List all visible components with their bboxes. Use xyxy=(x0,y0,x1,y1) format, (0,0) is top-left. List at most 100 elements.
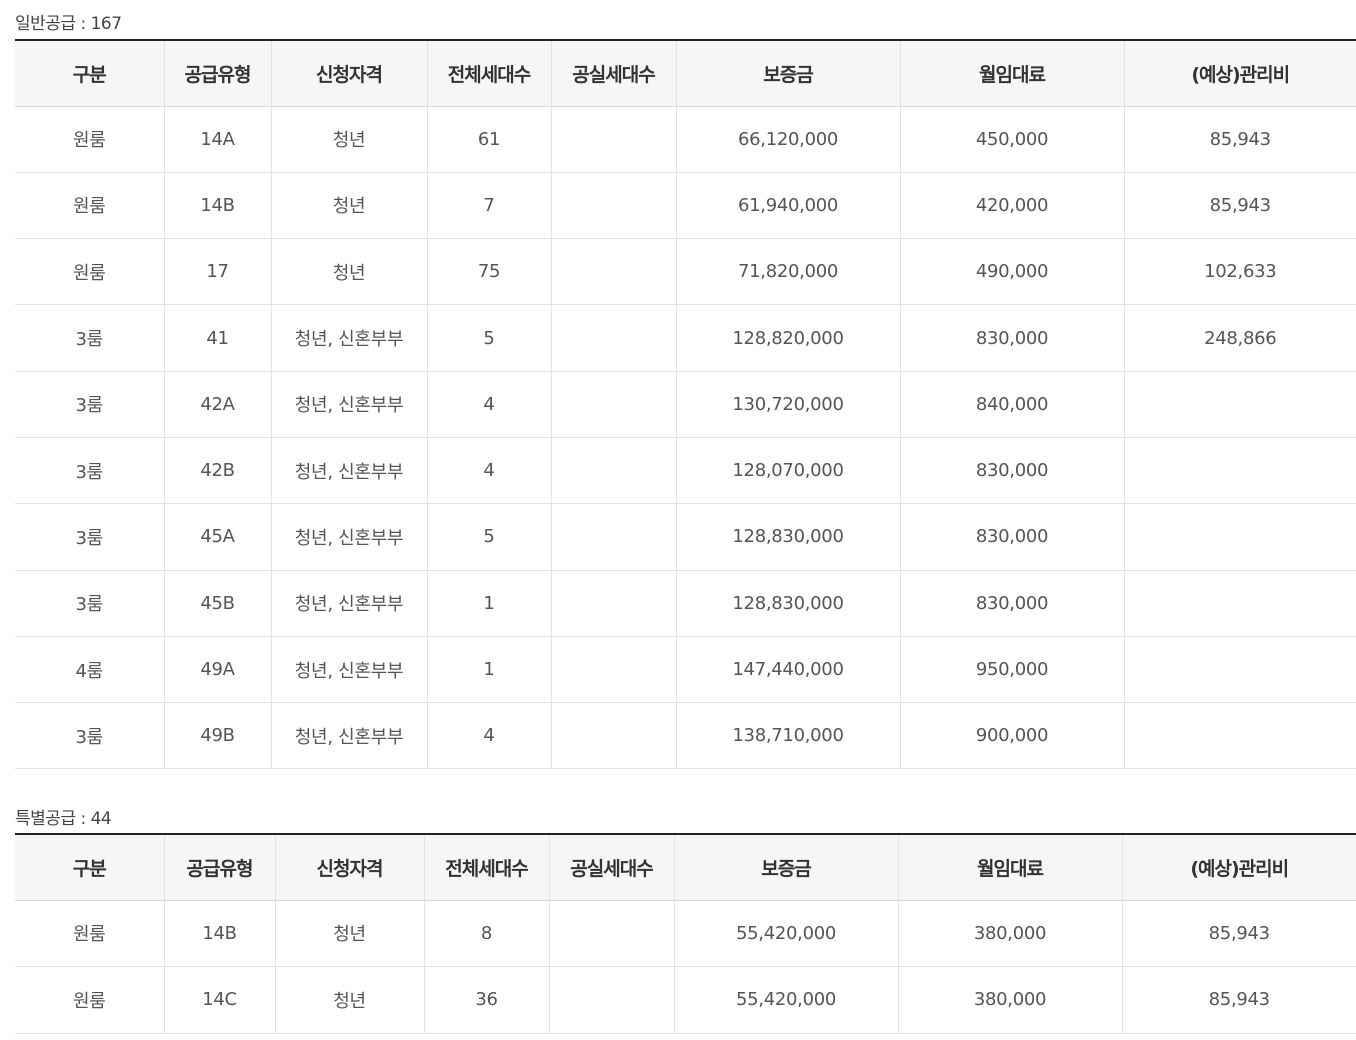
cell-management-fee: 85,943 xyxy=(1123,172,1356,240)
cell-vacant-units xyxy=(550,371,676,438)
general-supply-title: 일반공급 : 167 xyxy=(15,14,122,34)
cell-eligibility: 청년, 신혼부부 xyxy=(270,371,427,438)
cell-monthly-rent: 830,000 xyxy=(899,437,1124,505)
cell-total-units: 1 xyxy=(426,570,551,637)
cell-monthly-rent: 830,000 xyxy=(899,570,1124,637)
cell-category: 3룸 xyxy=(15,570,164,637)
cell-eligibility: 청년, 신혼부부 xyxy=(270,636,427,704)
header-supply-type: 공급유형 xyxy=(163,39,271,107)
cell-category: 원룸 xyxy=(15,966,164,1034)
table-row: 원룸 17 청년 75 71,820,000 490,000 102,633 xyxy=(15,238,1356,306)
cell-eligibility: 청년 xyxy=(270,106,427,173)
cell-vacant-units xyxy=(550,106,676,173)
cell-supply-type: 49B xyxy=(163,702,271,770)
table-row: 3룸 41 청년, 신혼부부 5 128,820,000 830,000 248,866 xyxy=(15,304,1356,372)
cell-eligibility: 청년 xyxy=(270,172,427,240)
cell-total-units: 5 xyxy=(426,503,551,571)
table-row: 원룸 14B 청년 7 61,940,000 420,000 85,943 xyxy=(15,172,1356,240)
cell-eligibility: 청년, 신혼부부 xyxy=(270,437,427,505)
cell-eligibility: 청년, 신혼부부 xyxy=(270,702,427,770)
table-header-row: 구분 공급유형 신청자격 전체세대수 공실세대수 보증금 월임대료 (예상)관리비 xyxy=(15,833,1356,901)
cell-category: 원룸 xyxy=(15,900,164,967)
cell-category: 3룸 xyxy=(15,371,164,438)
cell-management-fee xyxy=(1123,503,1356,571)
header-eligibility: 신청자격 xyxy=(270,39,427,107)
cell-vacant-units xyxy=(550,172,676,240)
cell-category: 원룸 xyxy=(15,172,164,240)
cell-vacant-units xyxy=(550,636,676,704)
cell-eligibility: 청년 xyxy=(270,238,427,306)
header-category: 구분 xyxy=(15,39,164,107)
cell-total-units: 4 xyxy=(426,437,551,505)
cell-supply-type: 42A xyxy=(163,371,271,438)
cell-supply-type: 45A xyxy=(163,503,271,571)
cell-total-units: 8 xyxy=(423,900,549,967)
header-category: 구분 xyxy=(15,833,164,901)
cell-total-units: 7 xyxy=(426,172,551,240)
cell-monthly-rent: 380,000 xyxy=(897,900,1122,967)
cell-deposit: 128,830,000 xyxy=(675,503,900,571)
cell-supply-type: 14B xyxy=(163,900,275,967)
cell-monthly-rent: 840,000 xyxy=(899,371,1124,438)
cell-deposit: 55,420,000 xyxy=(673,900,898,967)
cell-deposit: 128,820,000 xyxy=(675,304,900,372)
header-total-units: 전체세대수 xyxy=(426,39,551,107)
cell-supply-type: 17 xyxy=(163,238,271,306)
cell-category: 3룸 xyxy=(15,304,164,372)
cell-monthly-rent: 450,000 xyxy=(899,106,1124,173)
cell-supply-type: 14B xyxy=(163,172,271,240)
cell-total-units: 5 xyxy=(426,304,551,372)
cell-eligibility: 청년, 신혼부부 xyxy=(270,503,427,571)
table-row: 3룸 45B 청년, 신혼부부 1 128,830,000 830,000 xyxy=(15,570,1356,637)
cell-management-fee: 102,633 xyxy=(1123,238,1356,306)
cell-eligibility: 청년, 신혼부부 xyxy=(270,570,427,637)
cell-monthly-rent: 950,000 xyxy=(899,636,1124,704)
general-supply-table: 구분 공급유형 신청자격 전체세대수 공실세대수 보증금 월임대료 (예상)관리비 원룸 14A… xyxy=(15,39,1356,770)
cell-eligibility: 청년 xyxy=(274,900,424,967)
cell-eligibility: 청년, 신혼부부 xyxy=(270,304,427,372)
cell-category: 3룸 xyxy=(15,503,164,571)
cell-vacant-units xyxy=(550,238,676,306)
cell-vacant-units xyxy=(550,503,676,571)
header-deposit: 보증금 xyxy=(673,833,898,901)
cell-deposit: 61,940,000 xyxy=(675,172,900,240)
table-row: 4룸 49A 청년, 신혼부부 1 147,440,000 950,000 xyxy=(15,636,1356,704)
cell-monthly-rent: 830,000 xyxy=(899,503,1124,571)
header-monthly-rent: 월임대료 xyxy=(897,833,1122,901)
cell-vacant-units xyxy=(548,900,674,967)
cell-monthly-rent: 900,000 xyxy=(899,702,1124,770)
cell-deposit: 138,710,000 xyxy=(675,702,900,770)
cell-monthly-rent: 830,000 xyxy=(899,304,1124,372)
cell-management-fee: 85,943 xyxy=(1121,966,1356,1034)
cell-deposit: 128,070,000 xyxy=(675,437,900,505)
cell-category: 원룸 xyxy=(15,238,164,306)
cell-management-fee xyxy=(1123,437,1356,505)
cell-deposit: 128,830,000 xyxy=(675,570,900,637)
cell-supply-type: 42B xyxy=(163,437,271,505)
cell-supply-type: 14C xyxy=(163,966,275,1034)
cell-deposit: 71,820,000 xyxy=(675,238,900,306)
cell-category: 4룸 xyxy=(15,636,164,704)
cell-total-units: 4 xyxy=(426,371,551,438)
cell-total-units: 36 xyxy=(423,966,549,1034)
cell-management-fee: 85,943 xyxy=(1123,106,1356,173)
cell-category: 원룸 xyxy=(15,106,164,173)
cell-total-units: 61 xyxy=(426,106,551,173)
cell-total-units: 75 xyxy=(426,238,551,306)
table-row: 3룸 42A 청년, 신혼부부 4 130,720,000 840,000 xyxy=(15,371,1356,438)
header-vacant-units: 공실세대수 xyxy=(550,39,676,107)
table-row: 3룸 45A 청년, 신혼부부 5 128,830,000 830,000 xyxy=(15,503,1356,571)
header-deposit: 보증금 xyxy=(675,39,900,107)
cell-eligibility: 청년 xyxy=(274,966,424,1034)
cell-vacant-units xyxy=(550,570,676,637)
header-vacant-units: 공실세대수 xyxy=(548,833,674,901)
cell-total-units: 1 xyxy=(426,636,551,704)
header-management-fee: (예상)관리비 xyxy=(1121,833,1356,901)
cell-monthly-rent: 490,000 xyxy=(899,238,1124,306)
cell-monthly-rent: 420,000 xyxy=(899,172,1124,240)
cell-category: 3룸 xyxy=(15,702,164,770)
cell-supply-type: 49A xyxy=(163,636,271,704)
header-supply-type: 공급유형 xyxy=(163,833,275,901)
special-supply-title: 특별공급 : 44 xyxy=(15,809,112,829)
cell-deposit: 147,440,000 xyxy=(675,636,900,704)
